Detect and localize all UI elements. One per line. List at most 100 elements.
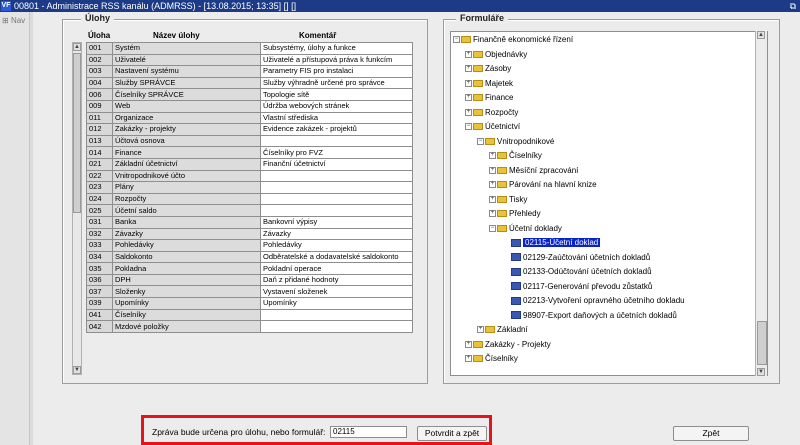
collapse-icon[interactable]: − bbox=[477, 137, 484, 145]
tree-node[interactable]: + Objednávky bbox=[465, 49, 527, 61]
collapse-icon[interactable]: − bbox=[453, 36, 460, 44]
expand-icon[interactable]: + bbox=[465, 355, 472, 363]
expand-icon[interactable]: + bbox=[489, 181, 496, 189]
expand-icon[interactable]: + bbox=[465, 50, 472, 58]
cell-uloha[interactable]: 002 bbox=[86, 53, 113, 67]
cell-koment[interactable]: Upomínky bbox=[260, 297, 413, 310]
cell-uloha[interactable]: 034 bbox=[86, 250, 113, 264]
cell-nazev[interactable]: Plány bbox=[112, 181, 261, 194]
cell-koment[interactable]: Evidence zakázek - projektů bbox=[260, 123, 413, 136]
nav-toggle[interactable]: ⊞ Nav bbox=[2, 16, 25, 25]
cell-nazev[interactable]: Složenky bbox=[112, 285, 261, 299]
table-row[interactable]: 021 Základní účetnictví Finanční účetnictv… bbox=[86, 157, 413, 171]
cell-koment[interactable]: Číselníky pro FVZ bbox=[260, 146, 413, 159]
tree-node[interactable]: + Rozpočty bbox=[465, 107, 518, 119]
cell-nazev[interactable]: Číselníky bbox=[112, 308, 261, 322]
scroll-down-icon[interactable]: ▼ bbox=[73, 366, 81, 374]
tree-scroll-up-icon[interactable]: ▲ bbox=[757, 31, 765, 39]
expand-icon[interactable]: + bbox=[465, 340, 472, 348]
cell-nazev[interactable]: Vnitropodnikové účto bbox=[112, 169, 261, 183]
table-row[interactable]: 014 Finance Číselníky pro FVZ bbox=[86, 146, 413, 159]
expand-icon[interactable]: + bbox=[489, 210, 496, 218]
cell-koment[interactable]: Pokladní operace bbox=[260, 262, 413, 275]
tree-node[interactable]: + Majetek bbox=[465, 78, 513, 90]
tree-node[interactable]: 02117-Generování převodu zůstatků bbox=[501, 281, 652, 293]
cell-nazev[interactable]: Banka bbox=[112, 215, 261, 229]
expand-icon[interactable]: + bbox=[465, 94, 472, 102]
tree-node[interactable]: + Základní bbox=[477, 324, 528, 336]
table-row[interactable]: 042 Mzdové položky bbox=[86, 320, 413, 333]
back-button[interactable]: Zpět bbox=[673, 426, 749, 441]
tree-node[interactable]: 02129-Zaúčtování účetních dokladů bbox=[501, 252, 650, 264]
cell-nazev[interactable]: Pokladna bbox=[112, 262, 261, 275]
cell-nazev[interactable]: Mzdové položky bbox=[112, 320, 261, 333]
restore-window-icon[interactable]: ⧉ bbox=[790, 0, 796, 12]
tree-node[interactable]: − Vnitropodnikové bbox=[477, 136, 554, 148]
cell-nazev[interactable]: Číselníky SPRÁVCE bbox=[112, 88, 261, 101]
cell-uloha[interactable]: 031 bbox=[86, 215, 113, 229]
cell-nazev[interactable]: DPH bbox=[112, 273, 261, 287]
table-row[interactable]: 039 Upomínky Upomínky bbox=[86, 297, 413, 310]
confirm-back-button[interactable]: Potvrdit a zpět bbox=[417, 426, 487, 441]
table-row[interactable]: 041 Číselníky bbox=[86, 308, 413, 322]
table-row[interactable]: 009 Web Údržba webových stránek bbox=[86, 99, 413, 113]
table-row[interactable]: 001 Systém Subsystémy, úlohy a funkce bbox=[86, 42, 413, 55]
expand-icon[interactable]: + bbox=[489, 166, 496, 174]
cell-uloha[interactable]: 032 bbox=[86, 227, 113, 241]
tree-node[interactable]: 02213-Vytvoření opravného účetního dokla… bbox=[501, 295, 685, 307]
cell-nazev[interactable]: Saldokonto bbox=[112, 250, 261, 264]
cell-koment[interactable]: Uživatelé a přístupová práva k funkcím bbox=[260, 53, 413, 67]
cell-nazev[interactable]: Rozpočty bbox=[112, 192, 261, 206]
collapse-icon[interactable]: − bbox=[489, 224, 496, 232]
collapse-icon[interactable]: − bbox=[465, 123, 472, 131]
cell-koment[interactable]: Vlastní střediska bbox=[260, 111, 413, 125]
table-row[interactable]: 024 Rozpočty bbox=[86, 192, 413, 206]
cell-uloha[interactable]: 023 bbox=[86, 181, 113, 194]
table-row[interactable]: 006 Číselníky SPRÁVCE Topologie sítě bbox=[86, 88, 413, 101]
cell-nazev[interactable]: Nastavení systému bbox=[112, 65, 261, 78]
table-row[interactable]: 023 Plány bbox=[86, 181, 413, 194]
table-row[interactable]: 011 Organizace Vlastní střediska bbox=[86, 111, 413, 125]
column-header-uloha[interactable]: Úloha bbox=[88, 31, 110, 40]
cell-nazev[interactable]: Účtová osnova bbox=[112, 134, 261, 148]
tree-scroll-thumb[interactable] bbox=[757, 321, 767, 365]
cell-uloha[interactable]: 042 bbox=[86, 320, 113, 333]
cell-koment[interactable] bbox=[260, 308, 413, 322]
cell-koment[interactable]: Údržba webových stránek bbox=[260, 99, 413, 113]
expand-icon[interactable]: + bbox=[489, 195, 496, 203]
cell-koment[interactable]: Finanční účetnictví bbox=[260, 157, 413, 171]
expand-icon[interactable]: + bbox=[465, 79, 472, 87]
cell-nazev[interactable]: Účetní saldo bbox=[112, 204, 261, 217]
cell-koment[interactable]: Pohledávky bbox=[260, 239, 413, 252]
scroll-thumb[interactable] bbox=[73, 53, 81, 213]
expand-icon[interactable]: + bbox=[465, 65, 472, 73]
cell-nazev[interactable]: Zakázky - projekty bbox=[112, 123, 261, 136]
cell-nazev[interactable]: Systém bbox=[112, 42, 261, 55]
tree-node[interactable]: + Číselníky bbox=[489, 150, 542, 162]
cell-uloha[interactable]: 024 bbox=[86, 192, 113, 206]
expand-icon[interactable]: + bbox=[477, 326, 484, 334]
tree-node[interactable]: + Měsíční zpracování bbox=[489, 165, 578, 177]
cell-nazev[interactable]: Finance bbox=[112, 146, 261, 159]
tree-node[interactable]: + Zakázky - Projekty bbox=[465, 339, 551, 351]
cell-uloha[interactable]: 021 bbox=[86, 157, 113, 171]
table-row[interactable]: 037 Složenky Vystavení složenek bbox=[86, 285, 413, 299]
cell-koment[interactable] bbox=[260, 169, 413, 183]
table-row[interactable]: 002 Uživatelé Uživatelé a přístupová práva… bbox=[86, 53, 413, 67]
message-target-input[interactable]: 02115 bbox=[330, 426, 407, 438]
cell-koment[interactable] bbox=[260, 320, 413, 333]
expand-icon[interactable]: + bbox=[489, 152, 496, 160]
cell-uloha[interactable]: 025 bbox=[86, 204, 113, 217]
cell-uloha[interactable]: 035 bbox=[86, 262, 113, 275]
tree-node[interactable]: + Číselníky bbox=[465, 353, 518, 365]
tree-node[interactable]: 02115-Účetní doklad bbox=[501, 237, 601, 249]
cell-uloha[interactable]: 001 bbox=[86, 42, 113, 55]
tree-node[interactable]: + Přehledy bbox=[489, 208, 541, 220]
forms-tree-scrollbar[interactable]: ▲ ▼ bbox=[755, 31, 767, 376]
cell-koment[interactable]: Odběratelské a dodavatelské saldokonto bbox=[260, 250, 413, 264]
table-row[interactable]: 004 Služby SPRÁVCE Služby výhradně určené … bbox=[86, 76, 413, 90]
cell-nazev[interactable]: Pohledávky bbox=[112, 239, 261, 252]
cell-uloha[interactable]: 033 bbox=[86, 239, 113, 252]
table-row[interactable]: 031 Banka Bankovní výpisy bbox=[86, 215, 413, 229]
cell-uloha[interactable]: 011 bbox=[86, 111, 113, 125]
